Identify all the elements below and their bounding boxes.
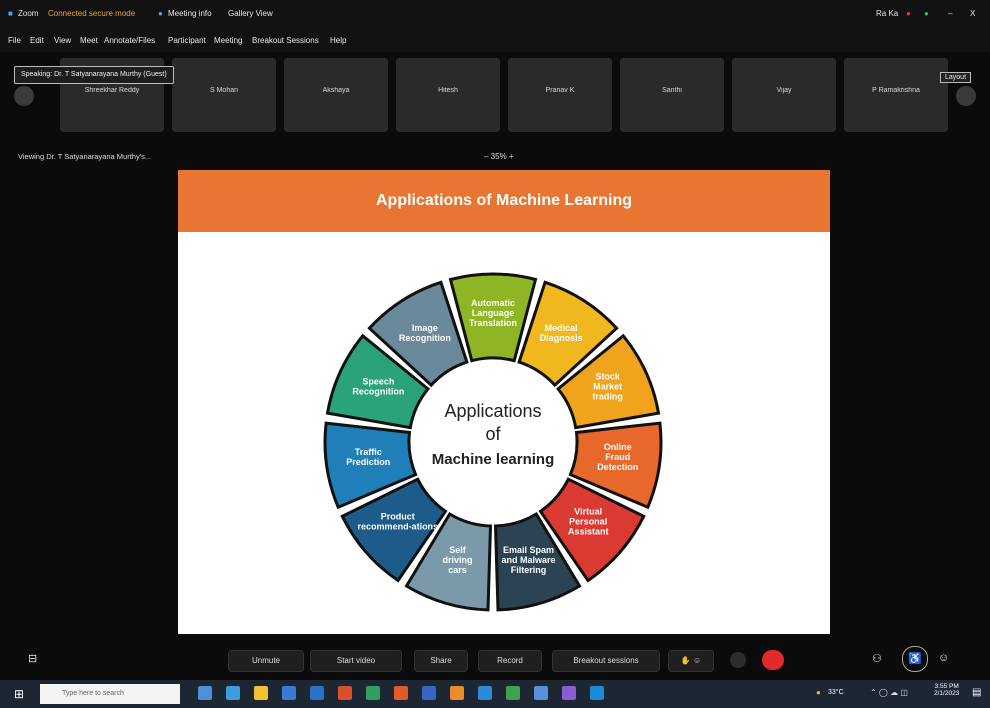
windows-start-icon[interactable]: ⊞: [14, 687, 24, 701]
zoom-control[interactable]: – 35% +: [484, 152, 514, 161]
mail-icon[interactable]: [310, 686, 324, 700]
start-video-button[interactable]: Start video: [310, 650, 402, 672]
connection-status: Connected secure mode: [48, 9, 136, 18]
participant-name: Hitesh: [438, 87, 458, 94]
record-indicator-icon: ●: [906, 9, 911, 18]
share-label: Share: [430, 656, 452, 665]
accessibility-icon[interactable]: ♿: [902, 646, 928, 672]
participant-name: Akshaya: [322, 87, 350, 94]
participant-tile[interactable]: Pranav K: [508, 58, 612, 132]
menu-view[interactable]: View: [54, 36, 71, 45]
participant-name: Santhi: [662, 87, 682, 94]
share-button[interactable]: Share: [414, 650, 468, 672]
leave-button[interactable]: [762, 650, 784, 670]
shared-screen-slide: Applications of Machine Learning Automat…: [178, 170, 830, 634]
onenote-icon[interactable]: [562, 686, 576, 700]
scroll-right-button[interactable]: [956, 86, 976, 106]
record-button[interactable]: Record: [478, 650, 542, 672]
chrome-icon[interactable]: [506, 686, 520, 700]
meeting-info-link[interactable]: Meeting info: [168, 9, 212, 18]
layout-button[interactable]: Layout: [940, 72, 972, 83]
menu-edit[interactable]: Edit: [30, 36, 44, 45]
ml-applications-wheel: Automatic Language Translation Medical Diagn…: [323, 272, 663, 612]
wheel-segment-label: Stock Market trading: [592, 372, 623, 402]
user-initials: Ra Ka: [876, 9, 899, 18]
firefox-icon[interactable]: [450, 686, 464, 700]
menu-meet[interactable]: Meet: [80, 36, 98, 45]
menu-help[interactable]: Help: [330, 36, 346, 45]
minimize-button[interactable]: –: [948, 9, 952, 18]
close-button[interactable]: X: [970, 9, 975, 18]
temperature: 33°C: [828, 689, 844, 696]
outlook-icon[interactable]: [590, 686, 604, 700]
participant-tile[interactable]: P Ramakrishna: [844, 58, 948, 132]
more-button[interactable]: [730, 652, 746, 668]
center-line-2: of: [485, 424, 501, 444]
slide-title: Applications of Machine Learning: [375, 192, 633, 209]
menu-meeting[interactable]: Meeting: [214, 36, 242, 45]
participant-name: S Mohan: [209, 87, 239, 94]
start-video-label: Start video: [336, 656, 376, 665]
chat-icon[interactable]: ☺: [938, 652, 949, 664]
menu-file[interactable]: File: [8, 36, 21, 45]
participant-tile[interactable]: Hitesh: [396, 58, 500, 132]
word-icon[interactable]: [422, 686, 436, 700]
app-title: Zoom: [18, 9, 39, 18]
shield-status-icon: ●: [924, 9, 929, 18]
breakout-sessions-button[interactable]: Breakout sessions: [552, 650, 660, 672]
participant-name: Shreekhar Reddy: [84, 87, 140, 94]
scroll-left-button[interactable]: [14, 86, 34, 106]
participant-name: Pranav K: [545, 87, 575, 94]
taskbar-search-input[interactable]: Type here to search: [40, 684, 180, 704]
system-tray-icons[interactable]: ⌃ ◯ ☁ ◫: [870, 688, 908, 697]
task-view-icon[interactable]: [198, 686, 212, 700]
wheel-segment-label: Medical Diagnosis: [540, 323, 583, 343]
office-icon[interactable]: [338, 686, 352, 700]
participant-tile[interactable]: Vijay: [732, 58, 836, 132]
weather-icon: ●: [816, 688, 821, 697]
audio-settings-icon[interactable]: ⊟: [28, 652, 37, 665]
zoom-level: 35%: [490, 152, 507, 161]
edge-icon[interactable]: [226, 686, 240, 700]
menu-annotate[interactable]: Annotate/Files: [104, 36, 155, 45]
menu-bar: File Edit View Meet Annotate/Files Parti…: [0, 30, 990, 52]
center-line-3: Machine learning: [432, 451, 555, 468]
teams-icon[interactable]: [534, 686, 548, 700]
unmute-label: Unmute: [251, 656, 280, 665]
zoom-taskbar-icon[interactable]: [478, 686, 492, 700]
active-speaker-badge: Speaking: Dr. T Satyanarayana Murthy (Gu…: [14, 66, 174, 84]
participant-tile[interactable]: S Mohan: [172, 58, 276, 132]
title-bar: ■ Zoom Connected secure mode ● Meeting i…: [0, 0, 990, 30]
participant-tile[interactable]: Akshaya: [284, 58, 388, 132]
participants-icon[interactable]: ⚇: [872, 652, 882, 665]
clock-date: 2/1/2023: [934, 690, 960, 697]
center-line-1: Applications: [444, 401, 541, 421]
notifications-icon[interactable]: ▤: [972, 687, 981, 698]
powerpoint-icon[interactable]: [394, 686, 408, 700]
unmute-button[interactable]: Unmute: [228, 650, 304, 672]
excel-icon[interactable]: [366, 686, 380, 700]
clock-time: 3:55 PM: [934, 683, 959, 690]
participant-name: P Ramakrishna: [872, 87, 920, 94]
shield-icon: ●: [158, 9, 163, 18]
file-explorer-icon[interactable]: [254, 686, 268, 700]
zoom-app-icon: ■: [8, 9, 13, 18]
search-placeholder: Type here to search: [62, 690, 124, 697]
breakout-label: Breakout sessions: [573, 656, 639, 665]
slide-header: Applications of Machine Learning: [178, 170, 830, 232]
reactions-button[interactable]: ✋ ☺: [668, 650, 714, 672]
record-label: Record: [497, 656, 523, 665]
clock[interactable]: 3:55 PM 2/1/2023: [934, 683, 959, 697]
viewing-label[interactable]: Viewing Dr. T Satyanarayana Murthy's...: [18, 152, 151, 161]
store-icon[interactable]: [282, 686, 296, 700]
menu-breakout[interactable]: Breakout Sessions: [252, 36, 319, 45]
menu-participant[interactable]: Participant: [168, 36, 206, 45]
participant-tile[interactable]: Santhi: [620, 58, 724, 132]
wheel-segment-label: Automatic Language Translation: [469, 298, 517, 328]
participant-name: Vijay: [776, 87, 792, 94]
view-selector[interactable]: Gallery View: [228, 9, 273, 18]
